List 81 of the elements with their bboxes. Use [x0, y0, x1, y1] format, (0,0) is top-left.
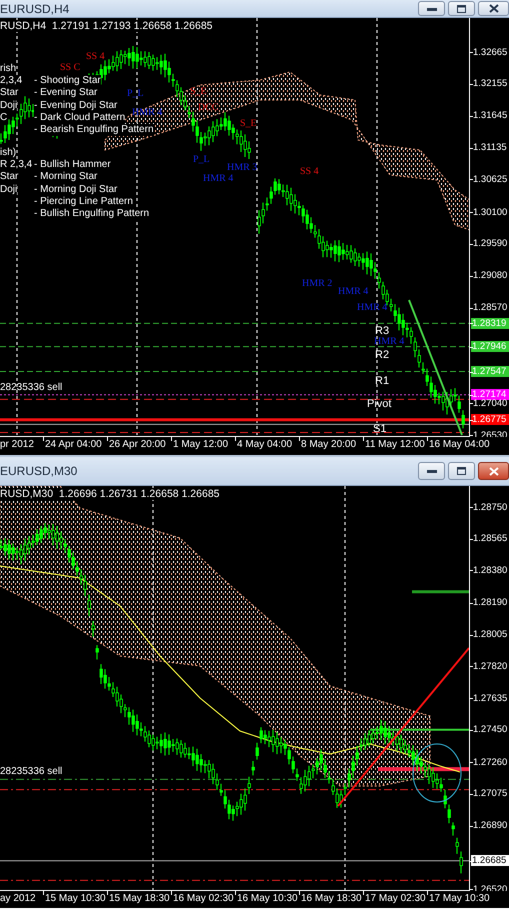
time-label: 24 Apr 04:00 [45, 439, 102, 451]
time-label: 8 May 20:00 [301, 439, 356, 451]
price-label: 1.27635 [472, 692, 508, 704]
time-label: 17 May 02:30 [365, 893, 426, 905]
legend-text: - Bearish Engulfing Pattern [34, 124, 154, 136]
pattern-label: P_L [193, 154, 210, 165]
time-label: 11 May 12:00 [365, 439, 425, 451]
price-label: 1.28565 [472, 533, 508, 544]
window-title: EURUSD,M30 [0, 464, 78, 478]
legend-code: Star [0, 87, 18, 100]
time-label: 16 May 04:00 [429, 439, 490, 451]
price-label: 1.27075 [472, 788, 508, 800]
pattern-label: S_E [190, 86, 207, 97]
legend-code: Doji [0, 100, 18, 112]
legend-text: - Evening Doji Star [34, 100, 118, 112]
legend-code: Star [0, 171, 18, 184]
legend-text: - Piercing Line Pattern [34, 196, 133, 208]
legend-code: 2,3,4 [0, 75, 22, 88]
price-label: 1.32665 [472, 46, 508, 58]
price-tag: 1.27946 [471, 341, 509, 352]
price-label: 1.28570 [472, 302, 508, 314]
legend-code: R 2,3,4 [0, 159, 32, 172]
time-label: 17 May 10:30 [429, 893, 490, 905]
time-label: 26 Apr 20:00 [109, 439, 166, 451]
pattern-label: HMR 4 [357, 302, 388, 313]
pattern-label: HMR 4 [374, 336, 404, 347]
price-label: 1.29590 [472, 238, 508, 250]
legend-heading: ish) [0, 147, 16, 160]
window-title: EURUSD,H4 [0, 2, 70, 16]
time-label: 16 May 10:30 [237, 893, 298, 905]
time-label: pr 2012 [0, 439, 34, 451]
price-label: 1.28005 [472, 629, 508, 640]
level-label: Pivot [367, 398, 392, 410]
chart-info: RUSD,H4 1.27191 1.27193 1.26658 1.26685 [0, 20, 212, 32]
price-tag: 1.27547 [471, 366, 509, 377]
price-label: 1.29080 [472, 270, 508, 282]
legend-text: - Morning Star [34, 171, 98, 184]
price-tag: 1.26685 [471, 855, 509, 866]
price-label: 1.31645 [472, 110, 508, 122]
price-label: 1.28190 [472, 597, 508, 608]
pattern-label: P_L [127, 88, 144, 99]
pattern-label: HMR 2 [302, 278, 332, 289]
pattern-label: HMR 3 [227, 162, 258, 173]
pattern-label: HMR 4 [203, 173, 234, 184]
price-label: 1.27450 [472, 724, 508, 736]
time-label: 4 May 04:00 [237, 439, 292, 451]
pattern-label: HMR 4 [338, 286, 368, 297]
price-label: 1.30100 [472, 206, 508, 218]
price-label: 1.28380 [472, 564, 508, 576]
time-label: 16 May 18:30 [301, 893, 362, 905]
price-label: 1.27820 [472, 660, 508, 672]
time-label: ay 2012 [0, 893, 36, 905]
price-tag: 1.26775 [471, 414, 509, 426]
legend-text: - Evening Star [34, 87, 98, 100]
legend-text: - Bullish Engulfing Pattern [34, 208, 150, 220]
time-label: 16 May 02:30 [173, 893, 234, 905]
price-label: 1.32155 [472, 78, 508, 90]
time-label: 15 May 18:30 [109, 893, 170, 905]
pattern-label: SS 4 [300, 166, 319, 177]
pattern-label: S_E [240, 118, 257, 129]
price-label: 1.27260 [472, 756, 508, 768]
price-tag: 1.28319 [471, 318, 509, 329]
chart-info: RUSD,M30 1.26696 1.26731 1.26658 1.26685 [0, 488, 220, 500]
price-label: 1.27040 [472, 398, 508, 409]
level-label: S1 [373, 423, 386, 435]
legend-text: - Morning Doji Star [34, 184, 118, 196]
legend-text: - Shooting Star [34, 75, 101, 88]
price-tag: 1.27174 [471, 389, 509, 400]
price-label: 1.31135 [472, 142, 508, 154]
legend-code: Doji [0, 184, 18, 196]
price-label: 1.26890 [472, 820, 508, 832]
pattern-label: SS C [60, 62, 80, 73]
time-label: 1 May 12:00 [173, 439, 228, 451]
time-label: 15 May 10:30 [45, 893, 106, 905]
price-label: 1.30625 [472, 174, 508, 185]
pattern-label: SS 4 [86, 51, 105, 62]
pattern-label: DCC [198, 102, 219, 113]
order-label: 28235336 sell [0, 766, 62, 778]
legend-text: - Dark Cloud Pattern [34, 112, 126, 124]
order-label: 28235336 sell [0, 382, 62, 394]
price-label: 1.28750 [472, 502, 508, 512]
